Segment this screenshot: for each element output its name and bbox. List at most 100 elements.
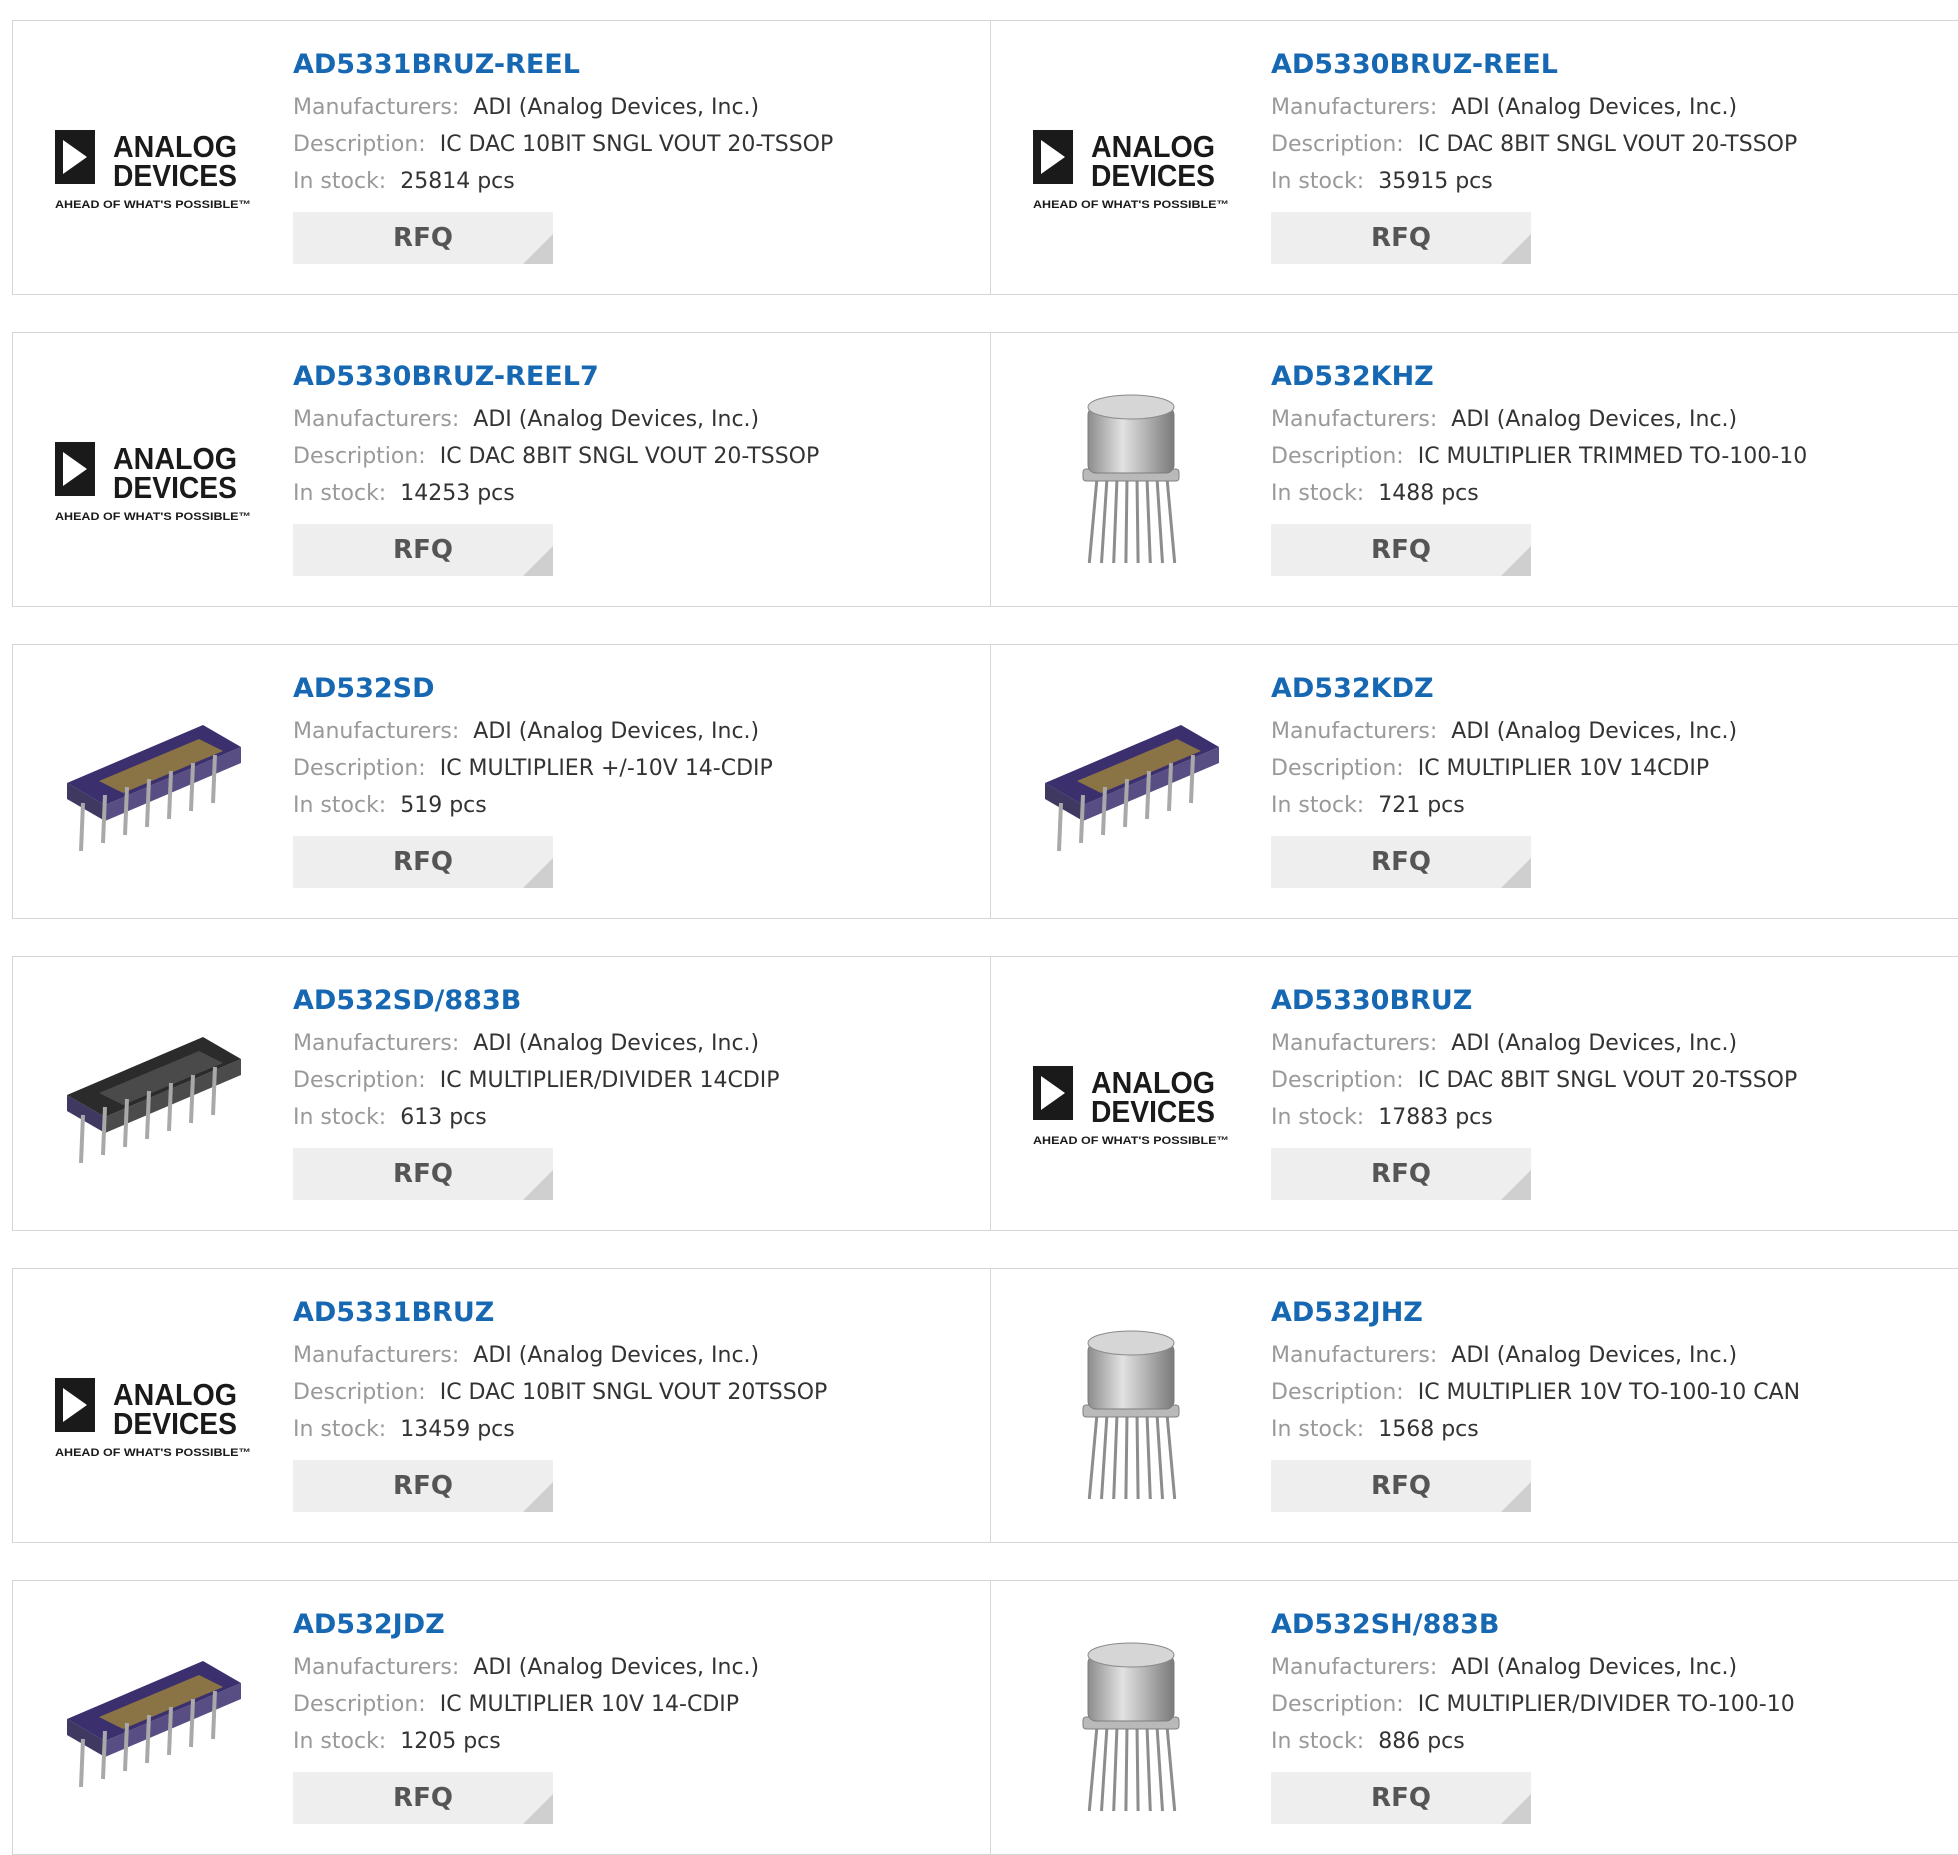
part-number-link[interactable]: AD5330BRUZ-REEL7 [293,359,974,395]
part-number-link[interactable]: AD532SD/883B [293,983,974,1019]
manufacturer-value: ADI (Analog Devices, Inc.) [1451,1655,1738,1680]
rfq-button-label: RFQ [393,847,453,877]
manufacturer-row: Manufacturers: ADI (Analog Devices, Inc.) [1271,1337,1953,1374]
rfq-button[interactable]: RFQ [1271,524,1531,576]
rfq-button-label: RFQ [393,223,453,253]
stock-value: 17883 pcs [1378,1105,1493,1130]
rfq-corner-decoration [1501,1482,1531,1512]
stock-row: In stock: 25814 pcs [293,163,974,200]
analog-devices-logo-icon: ANALOGDEVICESAHEAD OF WHAT'S POSSIBLE™ [55,129,251,211]
manufacturer-value: ADI (Analog Devices, Inc.) [1451,719,1738,744]
description-value: IC DAC 8BIT SNGL VOUT 20-TSSOP [1417,132,1798,157]
product-image[interactable] [53,685,253,885]
rfq-button[interactable]: RFQ [293,1148,553,1200]
product-card: AD532JHZ Manufacturers: ADI (Analog Devic… [990,1268,1958,1543]
rfq-button[interactable]: RFQ [293,524,553,576]
product-image[interactable] [53,997,253,1197]
part-number-link[interactable]: AD532KHZ [1271,359,1953,395]
rfq-corner-decoration [1501,546,1531,576]
rfq-button[interactable]: RFQ [1271,1148,1531,1200]
description-value: IC MULTIPLIER/DIVIDER TO-100-10 [1417,1692,1795,1717]
brand-line2: DEVICES [113,1406,237,1441]
product-info: AD5330BRUZ Manufacturers: ADI (Analog Dev… [1271,983,1953,1200]
stock-value: 886 pcs [1378,1729,1465,1754]
part-number-link[interactable]: AD532SH/883B [1271,1607,1953,1643]
part-number-link[interactable]: AD5330BRUZ [1271,983,1953,1019]
product-image[interactable]: ANALOG DEVICES AHEAD OF WHAT'S POSSIBLE™ [53,1309,253,1509]
analog-devices-logo-icon: ANALOGDEVICESAHEAD OF WHAT'S POSSIBLE™ [1033,129,1229,211]
description-label: Description: [1271,444,1404,469]
stock-row: In stock: 519 pcs [293,787,974,824]
stock-value: 14253 pcs [400,481,515,506]
manufacturer-row: Manufacturers: ADI (Analog Devices, Inc.) [1271,89,1953,126]
product-image[interactable] [53,1621,253,1821]
rfq-button[interactable]: RFQ [293,212,553,264]
product-card: AD532SH/883B Manufacturers: ADI (Analog D… [990,1580,1958,1855]
manufacturer-row: Manufacturers: ADI (Analog Devices, Inc.) [1271,1649,1953,1686]
product-card: ANALOG DEVICES AHEAD OF WHAT'S POSSIBLE™ A… [12,332,991,607]
analog-devices-logo-icon: ANALOGDEVICESAHEAD OF WHAT'S POSSIBLE™ [55,441,251,523]
product-image[interactable] [1031,1621,1231,1821]
adi-logo-mark [1033,130,1073,184]
part-number-link[interactable]: AD532SD [293,671,974,707]
rfq-corner-decoration [1501,1794,1531,1824]
description-value: IC MULTIPLIER 10V 14-CDIP [439,1692,740,1717]
product-image[interactable] [1031,685,1231,885]
product-info: AD532KHZ Manufacturers: ADI (Analog Devic… [1271,359,1953,576]
rfq-button[interactable]: RFQ [293,836,553,888]
rfq-button[interactable]: RFQ [1271,836,1531,888]
part-number-link[interactable]: AD5330BRUZ-REEL [1271,47,1953,83]
rfq-button-label: RFQ [1371,1471,1431,1501]
part-number-link[interactable]: AD532KDZ [1271,671,1953,707]
part-number-link[interactable]: AD5331BRUZ [293,1295,974,1331]
stock-row: In stock: 721 pcs [1271,787,1953,824]
part-number-link[interactable]: AD5331BRUZ-REEL [293,47,974,83]
product-info: AD532JHZ Manufacturers: ADI (Analog Devic… [1271,1295,1953,1512]
manufacturer-label: Manufacturers: [1271,407,1438,432]
stock-value: 721 pcs [1378,793,1465,818]
rfq-button[interactable]: RFQ [1271,1460,1531,1512]
cdip-package-icon [1045,725,1219,852]
manufacturer-row: Manufacturers: ADI (Analog Devices, Inc.) [293,1025,974,1062]
rfq-button-label: RFQ [1371,1159,1431,1189]
description-row: Description: IC MULTIPLIER +/-10V 14-CDIP [293,750,974,787]
stock-row: In stock: 35915 pcs [1271,163,1953,200]
rfq-button[interactable]: RFQ [1271,212,1531,264]
product-image[interactable] [1031,1309,1231,1509]
description-label: Description: [293,444,426,469]
rfq-button[interactable]: RFQ [293,1460,553,1512]
description-label: Description: [1271,756,1404,781]
stock-row: In stock: 886 pcs [1271,1723,1953,1760]
rfq-corner-decoration [523,546,553,576]
adi-logo-mark [1033,1066,1073,1120]
part-number-link[interactable]: AD532JHZ [1271,1295,1953,1331]
rfq-button[interactable]: RFQ [1271,1772,1531,1824]
manufacturer-label: Manufacturers: [293,95,460,120]
manufacturer-value: ADI (Analog Devices, Inc.) [1451,1343,1738,1368]
manufacturer-value: ADI (Analog Devices, Inc.) [473,407,760,432]
product-grid: ANALOG DEVICES AHEAD OF WHAT'S POSSIBLE™ A… [0,0,1958,1855]
rfq-corner-decoration [1501,234,1531,264]
brand-line2: DEVICES [1091,158,1215,193]
description-row: Description: IC DAC 8BIT SNGL VOUT 20-TSS… [1271,1062,1953,1099]
product-card: AD532SD Manufacturers: ADI (Analog Device… [12,644,991,919]
product-image[interactable]: ANALOG DEVICES AHEAD OF WHAT'S POSSIBLE™ [53,61,253,261]
description-value: IC DAC 8BIT SNGL VOUT 20-TSSOP [439,444,820,469]
rfq-button-label: RFQ [393,1159,453,1189]
stock-value: 613 pcs [400,1105,487,1130]
product-image[interactable]: ANALOG DEVICES AHEAD OF WHAT'S POSSIBLE™ [1031,61,1231,261]
product-info: AD532SD Manufacturers: ADI (Analog Device… [293,671,974,888]
rfq-corner-decoration [523,1482,553,1512]
manufacturer-row: Manufacturers: ADI (Analog Devices, Inc.) [1271,713,1953,750]
rfq-button[interactable]: RFQ [293,1772,553,1824]
product-image[interactable]: ANALOG DEVICES AHEAD OF WHAT'S POSSIBLE™ [53,373,253,573]
manufacturer-row: Manufacturers: ADI (Analog Devices, Inc.) [293,713,974,750]
rfq-corner-decoration [523,1170,553,1200]
description-label: Description: [293,132,426,157]
description-label: Description: [293,1380,426,1405]
manufacturer-label: Manufacturers: [293,719,460,744]
product-image[interactable]: ANALOG DEVICES AHEAD OF WHAT'S POSSIBLE™ [1031,997,1231,1197]
part-number-link[interactable]: AD532JDZ [293,1607,974,1643]
product-image[interactable] [1031,373,1231,573]
brand-tagline: AHEAD OF WHAT'S POSSIBLE™ [55,199,251,211]
